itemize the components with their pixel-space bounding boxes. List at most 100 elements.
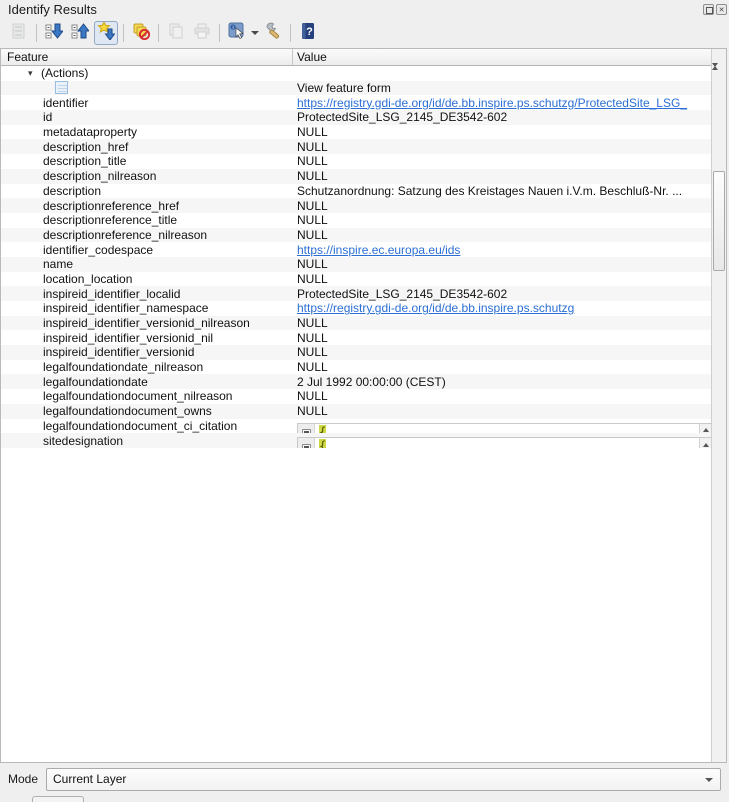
toolbar-separator [123,24,124,42]
main-vertical-scrollbar[interactable] [711,49,726,762]
table-row[interactable]: descriptionSchutzanordnung: Satzung des … [1,184,713,199]
fold-gutter[interactable] [298,424,315,434]
value-column-header[interactable]: Value [293,49,726,65]
attribute-value: NULL [297,345,328,359]
table-row[interactable]: inspireid_identifier_versionid_nilreason… [1,316,713,331]
toolbar-separator [219,24,220,42]
attribute-value: NULL [297,272,328,286]
attribute-value: NULL [297,140,328,154]
close-icon[interactable] [716,4,727,15]
float-panel-icon[interactable] [703,4,714,15]
attribute-value: NULL [297,257,328,271]
collapse-tree-button[interactable] [68,21,92,45]
table-row[interactable]: metadatapropertyNULL [1,125,713,140]
identify-mode-button[interactable]: i [225,21,249,45]
code-line: { [319,438,712,448]
expand-tree-button[interactable] [42,21,66,45]
table-row[interactable]: descriptionreference_nilreasonNULL [1,228,713,243]
attribute-name: legalfoundationdocument_ci_citation [43,419,237,433]
table-row[interactable]: legalfoundationdocument_nilreasonNULL [1,389,713,404]
table-row[interactable]: description_titleNULL [1,154,713,169]
feature-form-icon[interactable] [55,81,68,94]
gutter-line [298,438,314,448]
fold-marker-icon[interactable] [302,429,311,433]
settings-wrench-button[interactable] [261,21,285,45]
attribute-value: NULL [297,199,328,213]
table-row[interactable]: legalfoundationdate2 Jul 1992 00:00:00 (… [1,374,713,389]
table-row[interactable]: identifierhttps://registry.gdi-de.org/id… [1,95,713,110]
table-row[interactable]: descriptionreference_titleNULL [1,213,713,228]
attribute-name: description [43,184,101,198]
action-label[interactable]: View feature form [297,81,391,95]
svg-text:?: ? [306,26,313,38]
attribute-name: descriptionreference_nilreason [43,228,207,242]
expand-new-results-button[interactable] [94,21,118,45]
table-row[interactable]: inspireid_identifier_namespace https://re… [1,301,713,316]
attribute-value: ProtectedSite_LSG_2145_DE3542-602 [297,110,507,124]
expand-tree-icon [45,22,63,45]
table-row[interactable]: legalfoundationdocument_ownsNULL [1,404,713,419]
attribute-value: NULL [297,360,328,374]
attribute-name: inspireid_identifier_versionid_nilreason [43,316,250,330]
table-row[interactable]: nameNULL [1,257,713,272]
table-row[interactable]: View feature form [1,81,713,96]
attribute-name: inspireid_identifier_localid [43,287,180,301]
fold-gutter[interactable] [298,438,315,448]
table-row[interactable]: descriptionreference_hrefNULL [1,198,713,213]
attribute-name: sitedesignation [43,434,123,448]
form-view-icon [10,22,28,45]
partial-bottom-widget [32,796,84,802]
attribute-value-link[interactable]: https://inspire.ec.europa.eu/ids [297,243,460,257]
toolbar-separator [158,24,159,42]
table-row[interactable]: location_location NULL [1,272,713,287]
clear-results-button[interactable] [129,21,153,45]
identify-toolbar: i? [6,19,321,47]
fold-marker-icon[interactable] [302,444,311,448]
table-row[interactable]: idProtectedSite_LSG_2145_DE3542-602 [1,110,713,125]
copy-button [164,21,188,45]
collapse-tree-icon [71,22,89,45]
identify-mode-dropdown-icon[interactable] [250,21,260,45]
attribute-value: ProtectedSite_LSG_2145_DE3542-602 [297,287,507,301]
table-row[interactable]: description_nilreasonNULL [1,169,713,184]
json-code-editor[interactable]: { "gmd:date": { "gmd:CI_Date": { "gmd:da… [297,423,713,434]
feature-column-header[interactable]: Feature [1,49,293,65]
table-row[interactable]: inspireid_identifier_versionidNULL [1,345,713,360]
attribute-name: location_location [43,272,132,286]
table-body: ▾(Actions)View feature formidentifierhtt… [1,66,713,762]
mode-label: Mode [8,772,38,786]
attribute-name: legalfoundationdocument_owns [43,404,212,418]
code-content: { "ps:DesignationType": { "ps:designatio… [315,438,712,448]
table-row[interactable]: legalfoundationdate_nilreasonNULL [1,360,713,375]
attribute-value-link[interactable]: https://registry.gdi-de.org/id/de.bb.ins… [297,96,687,110]
table-row[interactable]: inspireid_identifier_localid ProtectedSit… [1,286,713,301]
mode-combobox[interactable]: Current Layer [46,768,721,791]
json-code-editor[interactable]: { "ps:DesignationType": { "ps:designatio… [297,437,713,448]
attribute-name: legalfoundationdate [43,375,148,389]
attribute-name: metadataproperty [43,125,137,139]
panel-titlebar: Identify Results [0,0,729,18]
mode-combobox-value: Current Layer [53,772,126,786]
table-row[interactable]: description_hrefNULL [1,139,713,154]
attribute-value: NULL [297,154,328,168]
mode-bar: Mode Current Layer [0,763,729,800]
table-row[interactable]: legalfoundationdocument_ci_citation { "gm… [1,419,713,434]
svg-text:i: i [232,25,233,31]
settings-wrench-icon [264,22,282,45]
table-row[interactable]: sitedesignation { "ps:DesignationType": {… [1,433,713,448]
scrollbar-thumb[interactable] [713,171,725,271]
clear-results-icon [132,22,150,45]
attribute-name: identifier_codespace [43,243,153,257]
toolbar-separator [36,24,37,42]
table-row[interactable]: inspireid_identifier_versionid_nilNULL [1,330,713,345]
attribute-name: inspireid_identifier_namespace [43,301,208,315]
expander-icon[interactable]: ▾ [28,68,41,79]
table-row[interactable]: ▾(Actions) [1,66,713,81]
help-button[interactable]: ? [296,21,320,45]
attribute-value: NULL [297,213,328,227]
table-row[interactable]: identifier_codespace https://inspire.ec.e… [1,242,713,257]
help-icon: ? [299,22,317,45]
attribute-value-link[interactable]: https://registry.gdi-de.org/id/de.bb.ins… [297,301,574,315]
attribute-value: NULL [297,331,328,345]
scroll-down-icon[interactable] [712,67,726,85]
